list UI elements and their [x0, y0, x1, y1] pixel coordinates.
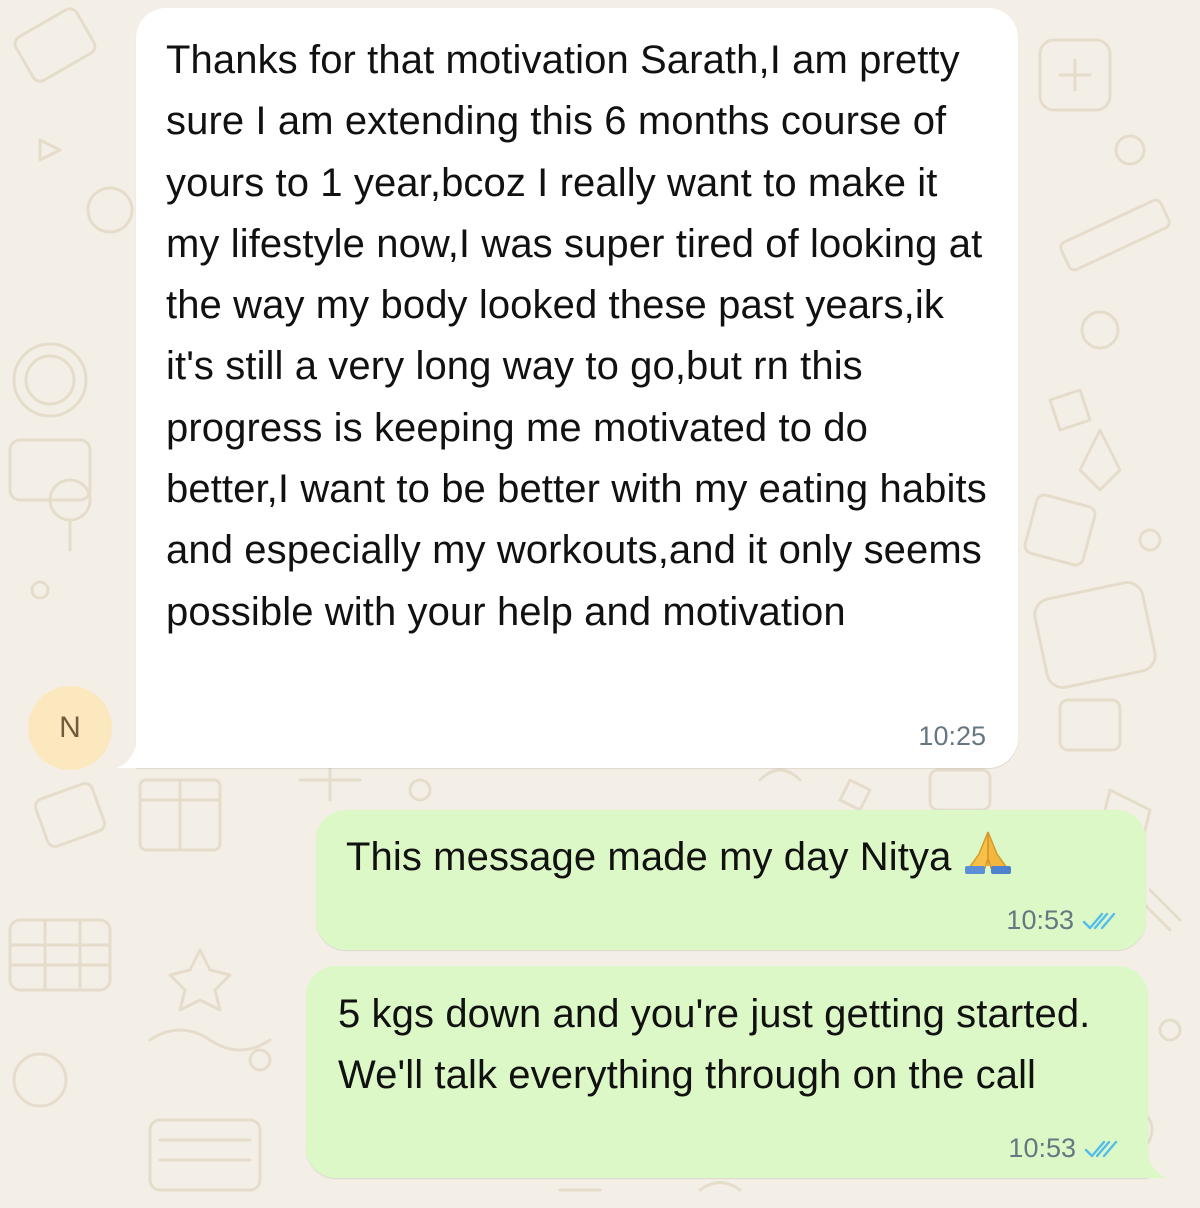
message-text-with-emoji: This message made my day Nitya [346, 828, 1116, 885]
contact-avatar[interactable]: N [28, 686, 112, 770]
message-text: This message made my day Nitya [346, 835, 952, 879]
bubble-tail [1148, 1156, 1168, 1178]
message-meta: 10:53 [1008, 1133, 1118, 1164]
message-text: 5 kgs down and you're just getting start… [338, 992, 1091, 1098]
message-time: 10:53 [1008, 1133, 1076, 1163]
avatar-initial: N [59, 711, 81, 744]
folded-hands-icon [965, 831, 1012, 874]
message-time: 10:25 [918, 721, 986, 751]
message-time: 10:53 [1006, 905, 1074, 935]
message-text: Thanks for that motivation Sarath,I am p… [166, 38, 987, 634]
read-receipt-icon [1084, 1140, 1118, 1157]
incoming-message-bubble[interactable]: Thanks for that motivation Sarath,I am p… [116, 8, 1018, 768]
bubble-tail [116, 746, 136, 768]
outgoing-message-bubble[interactable]: 5 kgs down and you're just getting start… [306, 966, 1168, 1178]
outgoing-message-bubble[interactable]: This message made my day Nitya 10:53 [316, 810, 1146, 950]
message-meta: 10:53 [1006, 905, 1116, 936]
message-meta: 10:25 [918, 721, 986, 752]
read-receipt-icon [1082, 912, 1116, 929]
